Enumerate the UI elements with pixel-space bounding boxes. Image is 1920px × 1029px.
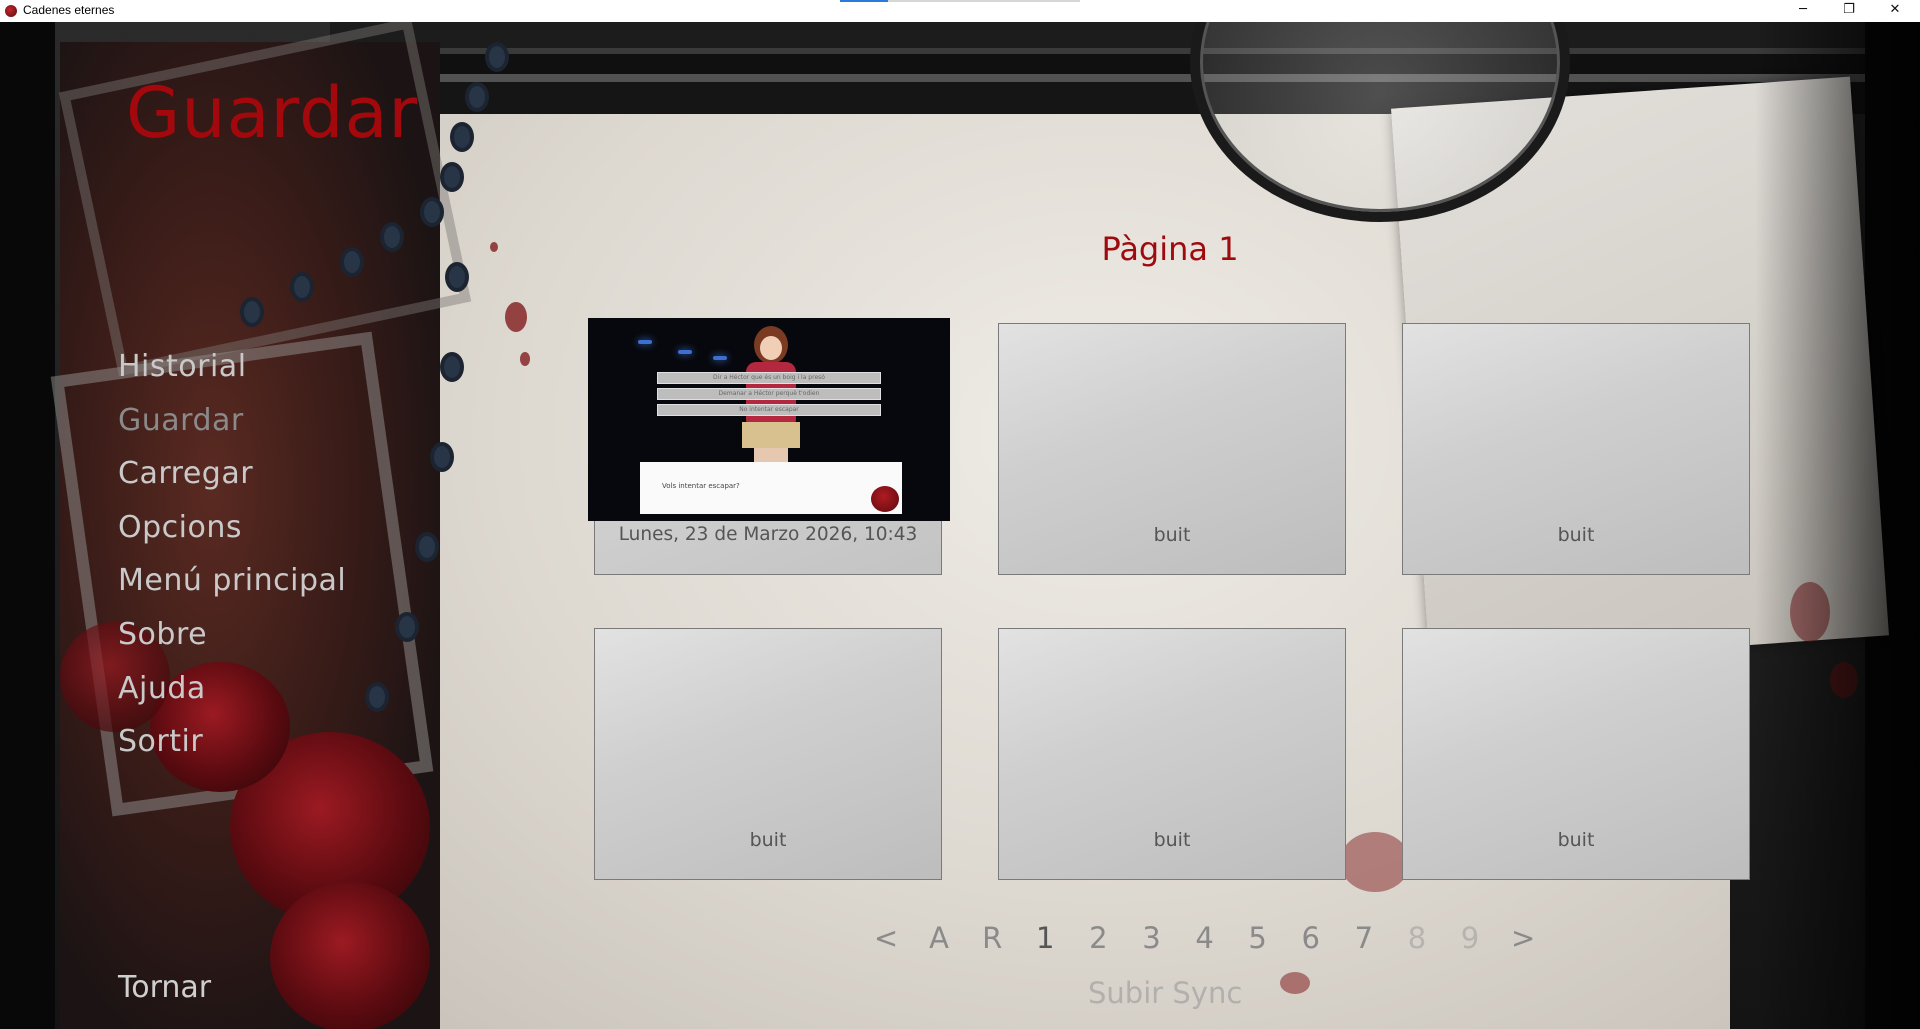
thumbnail-light [638,340,652,344]
page-navigation: < A R 1 2 3 4 5 6 7 8 9 > [862,921,1547,961]
page-2-button[interactable]: 2 [1074,921,1122,955]
screen-title: Guardar [126,72,419,154]
right-edge-shade [1755,22,1920,1029]
save-slot-2[interactable]: buit [998,323,1346,575]
save-slot-3[interactable]: buit [1402,323,1750,575]
save-slot-4[interactable]: buit [594,628,942,880]
thumbnail-dialogue: Vols intentar escapar? [662,482,740,490]
window-titlebar: Cadenes eternes ─ ❐ ✕ [0,0,1920,23]
thumbnail-choice: Demanar a Héctor perquè t'odien [657,388,881,400]
blood-splatter [520,352,530,366]
titlebar-accent [840,0,888,2]
save-slot-5[interactable]: buit [998,628,1346,880]
page-quick-button[interactable]: R [968,921,1016,955]
page-5-button[interactable]: 5 [1234,921,1282,955]
save-slot-label: buit [1557,829,1595,851]
rose-icon [5,5,17,17]
next-page-button[interactable]: > [1499,921,1547,955]
titlebar-accent-track [888,0,1080,2]
rose-decoration [270,882,430,1029]
blood-splatter [1340,832,1410,892]
chain-decoration [420,197,444,227]
chain-decoration [430,442,454,472]
thumbnail-light [678,350,692,354]
save-slot-label: buit [1153,524,1191,546]
blood-splatter [490,242,498,252]
chain-decoration [240,297,264,327]
page-8-button[interactable]: 8 [1393,921,1441,955]
chain-decoration [445,262,469,292]
chain-decoration [340,247,364,277]
return-button[interactable]: Tornar [118,970,211,1005]
save-slot-1[interactable]: Dir a Héctor que és un boig i la presó D… [588,318,950,575]
thumbnail-textbox: Vols intentar escapar? [640,462,902,514]
nav-item-historial[interactable]: Historial [118,340,346,394]
page-1-button[interactable]: 1 [1021,921,1069,955]
blood-splatter [505,302,527,332]
game-screen: Guardar Historial Guardar Carregar Opcio… [0,22,1920,1029]
prev-page-button[interactable]: < [862,921,910,955]
chain-decoration [290,272,314,302]
thumbnail-choice: Dir a Héctor que és un boig i la presó [657,372,881,384]
save-thumbnail: Dir a Héctor que és un boig i la presó D… [588,318,950,521]
nav-item-guardar[interactable]: Guardar [118,394,346,448]
save-slot-label: Lunes, 23 de Marzo 2026, 10:43 [618,524,918,545]
nav-item-ajuda[interactable]: Ajuda [118,662,346,716]
chain-decoration [450,122,474,152]
thumbnail-lights [618,326,758,366]
character-sprite-skirt [742,422,800,448]
nav-item-menu-principal[interactable]: Menú principal [118,554,346,608]
restore-button[interactable]: ❐ [1826,0,1872,22]
page-6-button[interactable]: 6 [1287,921,1335,955]
chain-decoration [365,682,389,712]
chain-decoration [465,82,489,112]
chain-decoration [485,42,509,72]
nav-item-sortir[interactable]: Sortir [118,715,346,769]
chain-decoration [440,352,464,382]
close-button[interactable]: ✕ [1872,0,1918,22]
page-3-button[interactable]: 3 [1127,921,1175,955]
page-title[interactable]: Pàgina 1 [1095,230,1245,268]
chain-decoration [440,162,464,192]
save-slot-label: buit [749,829,787,851]
page-4-button[interactable]: 4 [1181,921,1229,955]
upload-sync-button[interactable]: Subir Sync [1088,976,1242,1010]
nav-item-opcions[interactable]: Opcions [118,501,346,555]
chain-decoration [380,222,404,252]
save-slot-6[interactable]: buit [1402,628,1750,880]
rose-icon [871,486,899,512]
save-slot-label: buit [1153,829,1191,851]
nav-item-carregar[interactable]: Carregar [118,447,346,501]
main-nav: Historial Guardar Carregar Opcions Menú … [118,340,346,769]
chain-decoration [415,532,439,562]
save-slot-label: buit [1557,524,1595,546]
character-sprite-face [760,336,782,360]
page-7-button[interactable]: 7 [1340,921,1388,955]
page-9-button[interactable]: 9 [1446,921,1494,955]
chain-decoration [395,612,419,642]
minimize-button[interactable]: ─ [1780,0,1826,22]
thumbnail-light [713,356,727,360]
blood-splatter [1280,972,1310,994]
thumbnail-choice: No intentar escapar [657,404,881,416]
page-auto-button[interactable]: A [915,921,963,955]
window-title: Cadenes eternes [23,3,115,17]
nav-item-sobre[interactable]: Sobre [118,608,346,662]
